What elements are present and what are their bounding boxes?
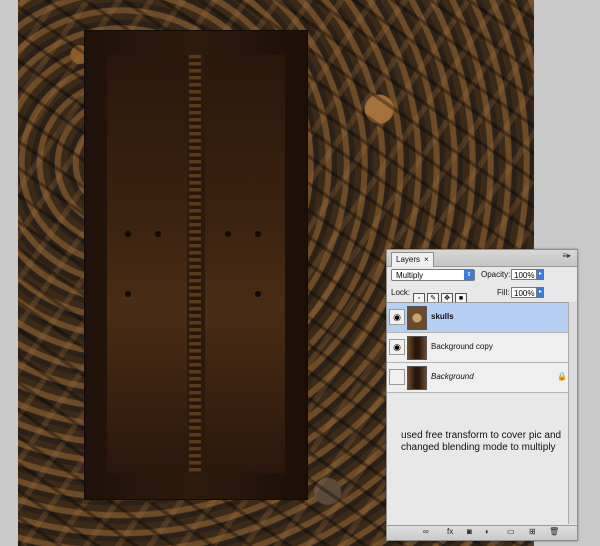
layer-thumbnail [407,366,427,390]
opacity-label: Opacity: [481,270,511,279]
blend-mode-select[interactable]: Multiply ⇕ [391,269,475,281]
door-stud [125,231,131,237]
door-stud [255,231,261,237]
layer-name: Background [431,372,474,381]
layers-panel: Layers × ≡▸ Multiply ⇕ Opacity: 100% ▸ Lo… [386,249,578,541]
opacity-slider-arrow-icon[interactable]: ▸ [537,269,544,280]
door [84,30,308,500]
new-layer-icon[interactable]: ⊞ [529,527,536,536]
lock-icon: 🔒 [557,372,567,381]
panel-header: Layers × ≡▸ [387,250,577,267]
door-stud [225,231,231,237]
lock-label: Lock: [391,288,411,297]
layer-row-background[interactable]: Background 🔒 [387,363,577,393]
group-icon[interactable]: ▭ [507,527,515,536]
layer-name: skulls [431,312,454,321]
close-icon[interactable]: × [424,255,429,264]
fill-label: Fill: [497,288,510,297]
layer-thumbnail [407,306,427,330]
chevron-updown-icon: ⇕ [464,270,474,280]
door-stud [125,291,131,297]
door-stud [255,291,261,297]
layers-list: ◉ skulls ◉ Background copy Background 🔒 [387,302,577,393]
trash-icon[interactable]: 🗑 [549,527,559,536]
blend-row: Multiply ⇕ Opacity: 100% ▸ [387,267,577,283]
eye-icon[interactable]: ◉ [389,309,405,325]
lock-row: Lock: ▫ ✎ ✥ ■ Fill: 100% ▸ [387,283,577,305]
panel-menu-icon[interactable]: ≡▸ [562,251,571,260]
layer-name: Background copy [431,342,493,351]
opacity-input[interactable]: 100% [511,269,537,280]
mask-icon[interactable]: ◙ [467,527,472,536]
layer-thumbnail [407,336,427,360]
fill-input[interactable]: 100% [511,287,537,298]
door-panel-left [107,55,187,473]
fill-slider-arrow-icon[interactable]: ▸ [537,287,544,298]
link-icon[interactable]: ∞ [423,527,429,536]
door-stud [155,231,161,237]
door-panel-right [205,55,285,473]
eye-icon[interactable]: ◉ [389,339,405,355]
fx-icon[interactable]: fx [447,527,453,536]
tab-layers-label: Layers [396,255,421,264]
tab-layers[interactable]: Layers × [391,252,434,267]
annotation-text: used free transform to cover pic and cha… [401,430,562,453]
visibility-toggle-empty[interactable] [389,369,405,385]
layer-row-background-copy[interactable]: ◉ Background copy [387,333,577,363]
panel-footer: ∞ fx ◙ ◐ ▭ ⊞ 🗑 [387,525,577,540]
adjustment-icon[interactable]: ◐ [485,527,490,536]
door-seam [189,55,201,473]
layer-row-skulls[interactable]: ◉ skulls [387,303,577,333]
blend-mode-value: Multiply [396,271,424,280]
layers-scrollbar[interactable] [568,302,577,524]
